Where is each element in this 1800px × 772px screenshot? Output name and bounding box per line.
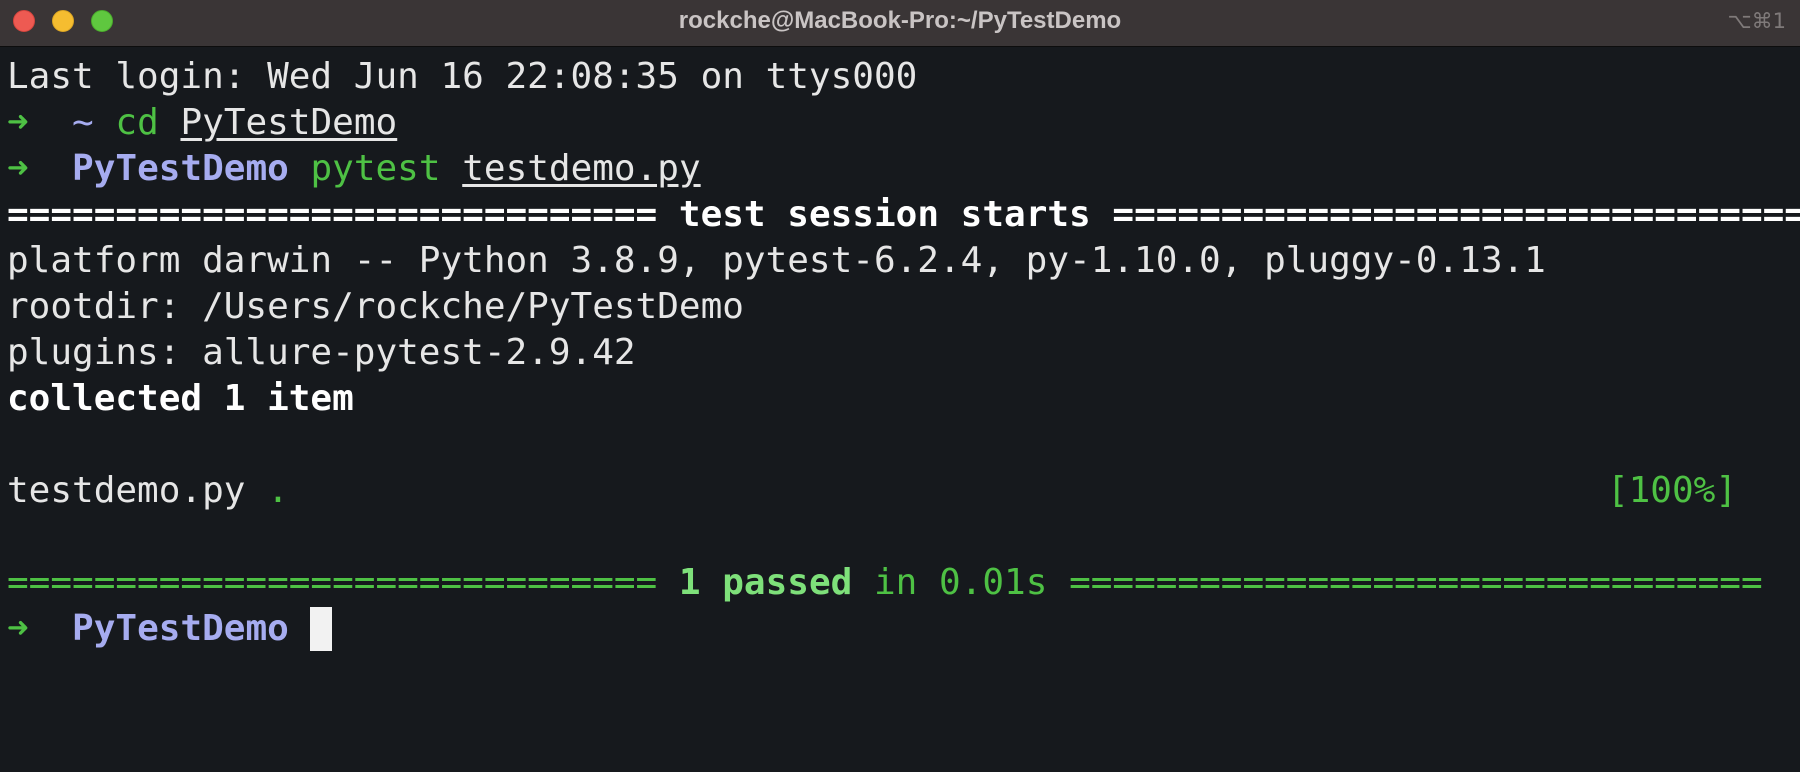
title-bar[interactable]: rockche@MacBook-Pro:~/PyTestDemo ⌥⌘1 (0, 0, 1800, 47)
prompt-arrow-icon: ➜ (7, 148, 29, 189)
separator: ================================ (1112, 194, 1800, 235)
separator: ================================ (1069, 562, 1763, 603)
terminal-window: rockche@MacBook-Pro:~/PyTestDemo ⌥⌘1 Las… (0, 0, 1800, 772)
text-cursor[interactable] (310, 607, 333, 651)
command-name: pytest (310, 148, 441, 189)
prompt-directory: PyTestDemo (72, 148, 289, 189)
prompt-arrow-icon: ➜ (7, 608, 29, 649)
prompt-arrow-icon: ➜ (7, 102, 29, 143)
test-progress: [100%] (1606, 470, 1737, 511)
window-shortcut: ⌥⌘1 (1727, 9, 1786, 33)
separator: ============================== (7, 562, 658, 603)
test-file-name: testdemo.py (7, 470, 246, 511)
summary-time: in 0.01s (873, 562, 1048, 603)
command-argument[interactable]: PyTestDemo (180, 102, 397, 143)
terminal-output[interactable]: Last login: Wed Jun 16 22:08:35 on ttys0… (7, 54, 1800, 772)
platform-line: platform darwin -- Python 3.8.9, pytest-… (7, 240, 1546, 281)
test-result-line: testdemo.py . [100%] (7, 468, 1800, 514)
prompt-line-pytest: ➜ PyTestDemo pytest testdemo.py (7, 146, 1800, 192)
separator: ============================== (7, 194, 658, 235)
summary-line: ============================== 1 passed … (7, 560, 1800, 606)
session-header-text: test session starts (678, 194, 1091, 235)
current-prompt-line[interactable]: ➜ PyTestDemo (7, 606, 1800, 652)
collected-line: collected 1 item (7, 378, 354, 419)
plugins-line: plugins: allure-pytest-2.9.42 (7, 332, 636, 373)
prompt-line-cd: ➜ ~ cd PyTestDemo (7, 100, 1800, 146)
window-title: rockche@MacBook-Pro:~/PyTestDemo (678, 7, 1122, 34)
command-argument[interactable]: testdemo.py (462, 148, 700, 189)
prompt-directory: PyTestDemo (72, 608, 289, 649)
last-login-line: Last login: Wed Jun 16 22:08:35 on ttys0… (7, 56, 918, 97)
session-header-line: ============================== test sess… (7, 192, 1800, 238)
passed-count: 1 passed (678, 562, 853, 603)
test-pass-dot: . (267, 470, 289, 511)
command-name: cd (115, 102, 159, 143)
rootdir-line: rootdir: /Users/rockche/PyTestDemo (7, 286, 744, 327)
prompt-directory: ~ (72, 102, 94, 143)
